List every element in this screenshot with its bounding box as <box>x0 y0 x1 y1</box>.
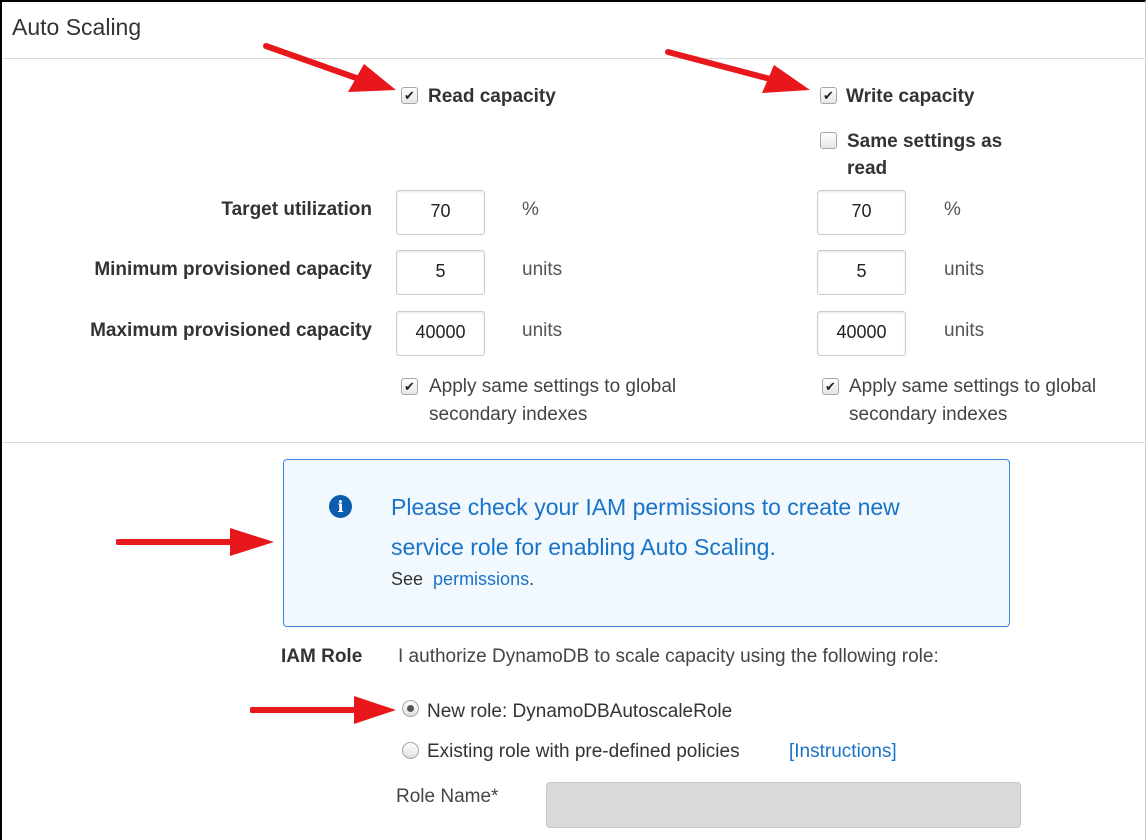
permissions-link[interactable]: permissions <box>433 569 529 589</box>
write-min-unit: units <box>944 259 985 280</box>
role-name-input[interactable] <box>546 782 1021 828</box>
write-target-utilization-input[interactable]: 70 <box>817 190 906 235</box>
info-message-line2: service role for enabling Auto Scaling. <box>391 534 776 560</box>
info-see-label: See <box>391 569 424 589</box>
arrow-annotation-info <box>116 528 274 556</box>
role-name-label: Role Name* <box>396 786 499 807</box>
write-target-unit: % <box>944 199 961 220</box>
new-role-radio[interactable] <box>402 700 419 717</box>
read-target-unit: % <box>522 199 539 220</box>
read-capacity-label: Read capacity <box>428 86 556 107</box>
arrow-annotation-write <box>665 49 810 93</box>
arrow-annotation-new-role <box>250 696 396 724</box>
write-apply-gsi-checkbox[interactable] <box>822 378 839 395</box>
read-apply-gsi-label-line2: secondary indexes <box>429 404 588 425</box>
read-apply-gsi-checkbox[interactable] <box>401 378 418 395</box>
existing-role-radio[interactable] <box>402 742 419 759</box>
read-min-capacity-input[interactable]: 5 <box>396 250 485 295</box>
section-title: Auto Scaling <box>12 14 142 40</box>
iam-role-description: I authorize DynamoDB to scale capacity u… <box>398 646 939 667</box>
write-capacity-label: Write capacity <box>846 86 975 107</box>
same-settings-checkbox[interactable] <box>820 132 837 149</box>
info-period: . <box>529 569 535 589</box>
read-capacity-checkbox[interactable] <box>401 87 418 104</box>
info-icon: i <box>329 495 352 518</box>
header-divider <box>2 58 1146 59</box>
info-message-line1: Please check your IAM permissions to cre… <box>391 494 900 520</box>
same-settings-label-line2: read <box>847 158 888 179</box>
section-divider <box>2 442 1146 443</box>
iam-role-label: IAM Role <box>281 646 363 667</box>
instructions-link[interactable]: [Instructions] <box>789 741 897 763</box>
write-apply-gsi-label-line1: Apply same settings to global <box>849 376 1097 397</box>
write-max-capacity-input[interactable]: 40000 <box>817 311 906 356</box>
write-capacity-checkbox[interactable] <box>820 87 837 104</box>
write-min-capacity-input[interactable]: 5 <box>817 250 906 295</box>
same-settings-label-line1: Same settings as <box>847 131 1003 152</box>
target-utilization-label: Target utilization <box>221 199 372 220</box>
max-capacity-label: Maximum provisioned capacity <box>90 320 372 341</box>
write-max-unit: units <box>944 320 985 341</box>
read-target-utilization-input[interactable]: 70 <box>396 190 485 235</box>
write-apply-gsi-label-line2: secondary indexes <box>849 404 1008 425</box>
read-min-unit: units <box>522 259 563 280</box>
min-capacity-label: Minimum provisioned capacity <box>94 259 372 280</box>
read-max-unit: units <box>522 320 563 341</box>
info-see-line: See permissions. <box>391 569 534 590</box>
read-max-capacity-input[interactable]: 40000 <box>396 311 485 356</box>
read-apply-gsi-label-line1: Apply same settings to global <box>429 376 677 397</box>
arrow-annotation-read <box>263 43 396 92</box>
new-role-label: New role: DynamoDBAutoscaleRole <box>427 701 733 722</box>
existing-role-label: Existing role with pre-defined policies <box>427 741 740 762</box>
